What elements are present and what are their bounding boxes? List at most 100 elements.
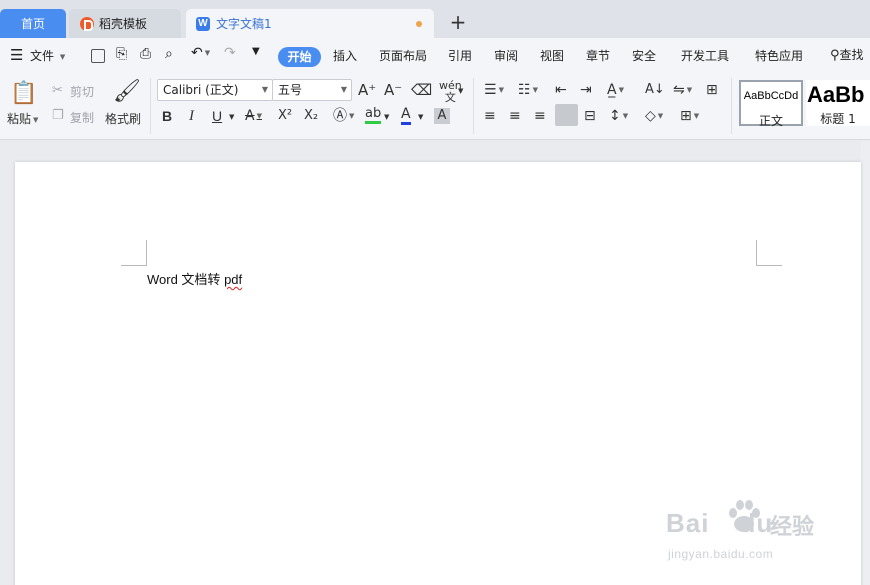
chevron-down-icon[interactable]: ▼ <box>384 109 389 125</box>
menu-file[interactable]: 文件 ▼ <box>30 47 65 64</box>
style-heading-1-sample: AaBb <box>807 82 865 107</box>
tab-document-label: 文字文稿1 <box>216 17 272 31</box>
docer-logo-icon <box>80 16 94 31</box>
redo-icon[interactable]: ↷ <box>224 45 236 61</box>
align-left-icon[interactable]: ≡ <box>484 108 496 124</box>
borders-icon[interactable]: ⊞ ▼ <box>680 108 699 124</box>
menu-security[interactable]: 安全 <box>632 47 656 64</box>
cut-button[interactable]: 剪切 <box>70 83 94 100</box>
unsaved-dot-icon <box>416 21 422 27</box>
cut-icon: ✂ <box>52 83 63 98</box>
hamburger-menu-icon[interactable]: ☰ <box>10 46 23 64</box>
text-effects-icon[interactable]: Ⓐ ▼ <box>333 108 354 124</box>
watermark-cn-text: 经验 <box>770 515 815 540</box>
menu-developer[interactable]: 开发工具 <box>681 47 729 64</box>
margin-corner-top-right <box>756 240 782 266</box>
style-heading-1[interactable]: AaBb 标题 1 <box>806 80 870 126</box>
style-normal-label: 正文 <box>758 114 783 128</box>
save-icon[interactable] <box>91 49 105 63</box>
vertical-scrollbar[interactable] <box>861 141 870 585</box>
paste-icon[interactable]: 📋 <box>10 82 37 106</box>
grow-font-icon[interactable]: A⁺ <box>358 82 376 98</box>
numbered-list-icon[interactable]: ☷ ▼ <box>518 82 538 98</box>
style-normal-sample: AaBbCcDd <box>743 90 799 102</box>
print-preview-icon[interactable]: ⌕ <box>165 46 173 62</box>
chevron-down-icon: ▼ <box>261 85 268 94</box>
highlight-color-icon[interactable]: ab <box>365 107 382 124</box>
customize-quick-access-icon[interactable]: ▼ <box>252 46 260 57</box>
menu-search[interactable]: ⚲查找 <box>830 46 864 63</box>
export-pdf-icon[interactable]: ⎘ <box>116 46 127 62</box>
decrease-indent-icon[interactable]: ⇤ <box>555 82 567 98</box>
copy-button[interactable]: 复制 <box>70 109 94 126</box>
divider <box>473 78 474 134</box>
font-size-value: 五号 <box>278 83 303 97</box>
print-icon[interactable]: ⎙ <box>140 46 151 62</box>
chevron-down-icon: ▼ <box>59 52 66 61</box>
align-right-icon[interactable]: ≡ <box>534 108 546 124</box>
text-direction-icon[interactable]: A̲ ▼ <box>607 82 624 98</box>
menu-file-label: 文件 <box>30 49 55 63</box>
increase-indent-icon[interactable]: ⇥ <box>580 82 592 98</box>
watermark-url: jingyan.baidu.com <box>668 547 774 561</box>
font-name-combo[interactable]: Calibri (正文) ▼ <box>157 79 273 101</box>
undo-icon[interactable]: ↶ ▼ <box>191 45 210 61</box>
italic-button[interactable]: I <box>189 108 194 124</box>
format-painter-icon: 🖌 <box>113 79 141 104</box>
line-spacing-icon[interactable]: ↕ ▼ <box>609 108 628 124</box>
style-normal[interactable]: AaBbCcDd 正文 <box>739 80 803 128</box>
document-text[interactable]: Word 文档转 pdf <box>147 269 242 288</box>
show-hide-marks-icon[interactable]: ⊞ <box>706 82 718 98</box>
menu-references[interactable]: 引用 <box>448 47 472 64</box>
search-icon: ⚲ <box>830 48 840 63</box>
format-painter-button[interactable]: 格式刷 <box>105 110 141 127</box>
align-center-icon[interactable]: ≡ <box>509 108 521 124</box>
menu-bar: ☰ 文件 ▼ ⎘ ⎙ ⌕ ↶ ▼ ↷ ▼ 开始 插入 页面布局 引用 审阅 视图 … <box>0 38 870 74</box>
bold-button[interactable]: B <box>162 108 172 124</box>
ribbon-toolbar: 📋 粘贴 ▼ ✂ 剪切 ❐ 复制 🖌 格式刷 Calibri (正文) ▼ 五号 … <box>0 74 870 140</box>
font-name-value: Calibri (正文) <box>163 83 239 97</box>
shrink-font-icon[interactable]: A⁻ <box>384 82 402 98</box>
menu-special-features[interactable]: 特色应用 <box>755 47 803 64</box>
justify-active-indicator <box>555 104 578 126</box>
paste-button[interactable]: 粘贴 ▼ <box>7 110 38 127</box>
menu-insert[interactable]: 插入 <box>333 47 357 64</box>
distributed-icon[interactable]: ⊟ <box>584 108 596 124</box>
font-color-icon[interactable]: A <box>401 107 411 125</box>
copy-icon: ❐ <box>52 108 64 123</box>
font-size-combo[interactable]: 五号 ▼ <box>272 79 352 101</box>
character-shading-icon[interactable]: A <box>434 108 450 124</box>
chevron-down-icon[interactable]: ▼ <box>418 109 423 125</box>
tab-template-label: 稻壳模板 <box>99 17 148 31</box>
chevron-down-icon: ▼ <box>340 85 347 94</box>
shading-icon[interactable]: ◇ ▼ <box>645 108 663 124</box>
underline-button[interactable]: U <box>212 108 222 124</box>
menu-search-label: 查找 <box>839 48 864 62</box>
paste-label: 粘贴 <box>7 112 32 126</box>
tab-home-label: 首页 <box>20 17 45 31</box>
chevron-down-icon[interactable]: ▼ <box>229 109 234 125</box>
subscript-icon[interactable]: X₂ <box>304 108 318 124</box>
title-tab-bar: 首页 稻壳模板 W 文字文稿1 + <box>0 0 870 38</box>
new-tab-button[interactable]: + <box>447 11 469 33</box>
bullet-list-icon[interactable]: ☰ ▼ <box>484 82 504 98</box>
writer-doc-icon: W <box>196 16 210 31</box>
menu-chapter[interactable]: 章节 <box>586 47 610 64</box>
style-heading-1-label: 标题 1 <box>820 112 856 126</box>
superscript-icon[interactable]: X² <box>278 108 292 124</box>
tab-home[interactable]: 首页 <box>0 9 66 38</box>
menu-view[interactable]: 视图 <box>540 47 564 64</box>
spellcheck-word: pdf <box>224 272 243 287</box>
clear-format-icon[interactable]: ⌫ <box>411 82 432 98</box>
menu-home-tab[interactable]: 开始 <box>278 47 321 67</box>
chevron-down-icon[interactable]: ▼ <box>458 83 463 99</box>
paw-logo-icon <box>729 500 760 532</box>
menu-page-layout[interactable]: 页面布局 <box>379 47 427 64</box>
tab-template[interactable]: 稻壳模板 <box>69 9 181 38</box>
tab-document[interactable]: W 文字文稿1 <box>186 9 434 38</box>
sort-icon[interactable]: A↓ <box>645 82 665 98</box>
menu-review[interactable]: 审阅 <box>494 47 518 64</box>
strikethrough-icon[interactable]: A ▼ <box>245 108 262 124</box>
chinese-layout-icon[interactable]: ⇋ ▼ <box>673 82 692 98</box>
document-text-plain: Word 文档转 <box>147 272 225 287</box>
